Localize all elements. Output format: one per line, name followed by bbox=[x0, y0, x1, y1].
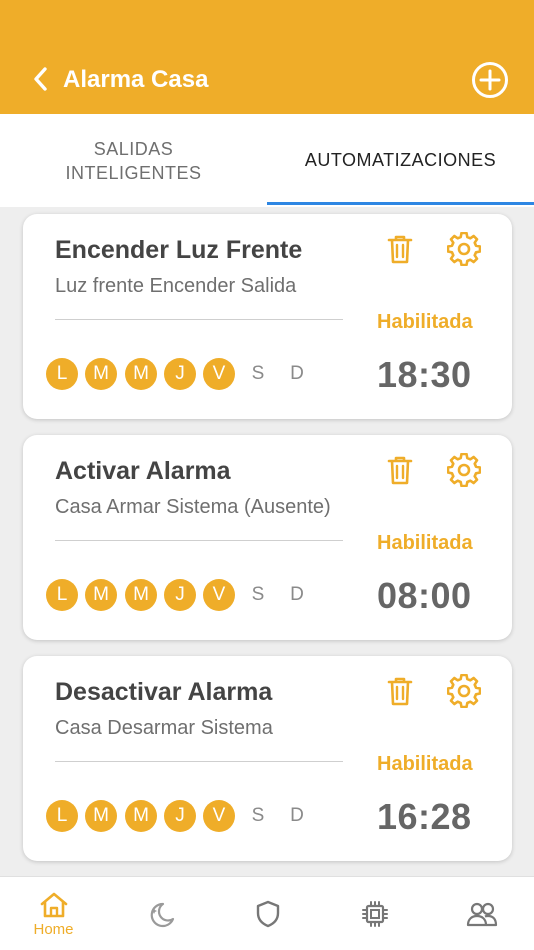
day-chip[interactable]: M bbox=[125, 579, 157, 611]
settings-button[interactable] bbox=[446, 673, 482, 709]
divider bbox=[55, 540, 343, 541]
app-bar: Alarma Casa bbox=[0, 0, 534, 114]
automation-subtitle: Luz frente Encender Salida bbox=[55, 275, 297, 297]
tab-salidas-inteligentes[interactable]: SALIDAS INTELIGENTES bbox=[0, 114, 267, 207]
status-label: Habilitada bbox=[377, 532, 473, 554]
automation-time: 08:00 bbox=[377, 575, 472, 616]
nav-home[interactable]: Home bbox=[0, 877, 107, 950]
delete-button[interactable] bbox=[385, 454, 415, 486]
delete-button[interactable] bbox=[385, 233, 415, 265]
nav-label: Home bbox=[33, 920, 74, 938]
day-chip[interactable]: J bbox=[164, 579, 196, 611]
day-chip[interactable]: J bbox=[164, 800, 196, 832]
automation-card[interactable]: Desactivar Alarma Casa Desarmar Sistema … bbox=[23, 656, 512, 861]
status-label: Habilitada bbox=[377, 311, 473, 333]
day-chip[interactable]: V bbox=[203, 579, 235, 611]
day-chip[interactable]: M bbox=[125, 358, 157, 390]
chevron-left-icon bbox=[34, 67, 47, 91]
day-chip[interactable]: V bbox=[203, 358, 235, 390]
gear-icon bbox=[446, 231, 482, 267]
day-chip[interactable]: L bbox=[46, 358, 78, 390]
day-chip[interactable]: J bbox=[164, 358, 196, 390]
tab-bar: SALIDAS INTELIGENTES AUTOMATIZACIONES bbox=[0, 114, 534, 207]
bottom-navigation: Home bbox=[0, 876, 534, 950]
automation-time: 18:30 bbox=[377, 354, 472, 395]
settings-button[interactable] bbox=[446, 452, 482, 488]
automation-title: Encender Luz Frente bbox=[55, 236, 303, 264]
tab-label: SALIDAS INTELIGENTES bbox=[65, 138, 202, 183]
active-tab-indicator bbox=[267, 202, 534, 205]
day-chip[interactable]: L bbox=[46, 579, 78, 611]
automation-title: Activar Alarma bbox=[55, 457, 231, 485]
nav-users[interactable] bbox=[428, 877, 534, 950]
moon-icon bbox=[150, 902, 174, 928]
day-chip[interactable]: D bbox=[281, 358, 313, 390]
plus-circle-icon bbox=[472, 62, 508, 98]
add-automation-button[interactable] bbox=[470, 60, 510, 100]
page-title: Alarma Casa bbox=[63, 66, 209, 93]
users-icon bbox=[466, 902, 497, 927]
home-icon bbox=[40, 892, 67, 917]
status-label: Habilitada bbox=[377, 753, 473, 775]
trash-icon bbox=[387, 235, 413, 264]
day-chip[interactable]: S bbox=[242, 579, 274, 611]
day-chip[interactable]: M bbox=[85, 358, 117, 390]
trash-icon bbox=[387, 456, 413, 485]
day-chip[interactable]: V bbox=[203, 800, 235, 832]
day-chip[interactable]: S bbox=[242, 800, 274, 832]
day-chip[interactable]: M bbox=[125, 800, 157, 832]
divider bbox=[55, 319, 343, 320]
day-chip[interactable]: M bbox=[85, 579, 117, 611]
nav-security[interactable] bbox=[214, 877, 321, 950]
settings-button[interactable] bbox=[446, 231, 482, 267]
chip-icon bbox=[361, 901, 388, 927]
tab-label: AUTOMATIZACIONES bbox=[304, 149, 497, 170]
trash-icon bbox=[387, 677, 413, 706]
automation-subtitle: Casa Desarmar Sistema bbox=[55, 717, 273, 739]
day-chip[interactable]: L bbox=[46, 800, 78, 832]
gear-icon bbox=[446, 673, 482, 709]
day-chip[interactable]: S bbox=[242, 358, 274, 390]
automation-card[interactable]: Activar Alarma Casa Armar Sistema (Ausen… bbox=[23, 435, 512, 640]
shield-icon bbox=[256, 900, 279, 928]
back-button[interactable] bbox=[26, 64, 54, 94]
divider bbox=[55, 761, 343, 762]
automation-time: 16:28 bbox=[377, 796, 472, 837]
nav-night-mode[interactable] bbox=[107, 877, 214, 950]
day-chip[interactable]: D bbox=[281, 800, 313, 832]
day-chip[interactable]: M bbox=[85, 800, 117, 832]
tab-automatizaciones[interactable]: AUTOMATIZACIONES bbox=[267, 114, 534, 207]
automation-card[interactable]: Encender Luz Frente Luz frente Encender … bbox=[23, 214, 512, 419]
automation-subtitle: Casa Armar Sistema (Ausente) bbox=[55, 496, 331, 518]
gear-icon bbox=[446, 452, 482, 488]
automation-title: Desactivar Alarma bbox=[55, 678, 273, 706]
day-chip[interactable]: D bbox=[281, 579, 313, 611]
delete-button[interactable] bbox=[385, 675, 415, 707]
nav-devices[interactable] bbox=[321, 877, 428, 950]
